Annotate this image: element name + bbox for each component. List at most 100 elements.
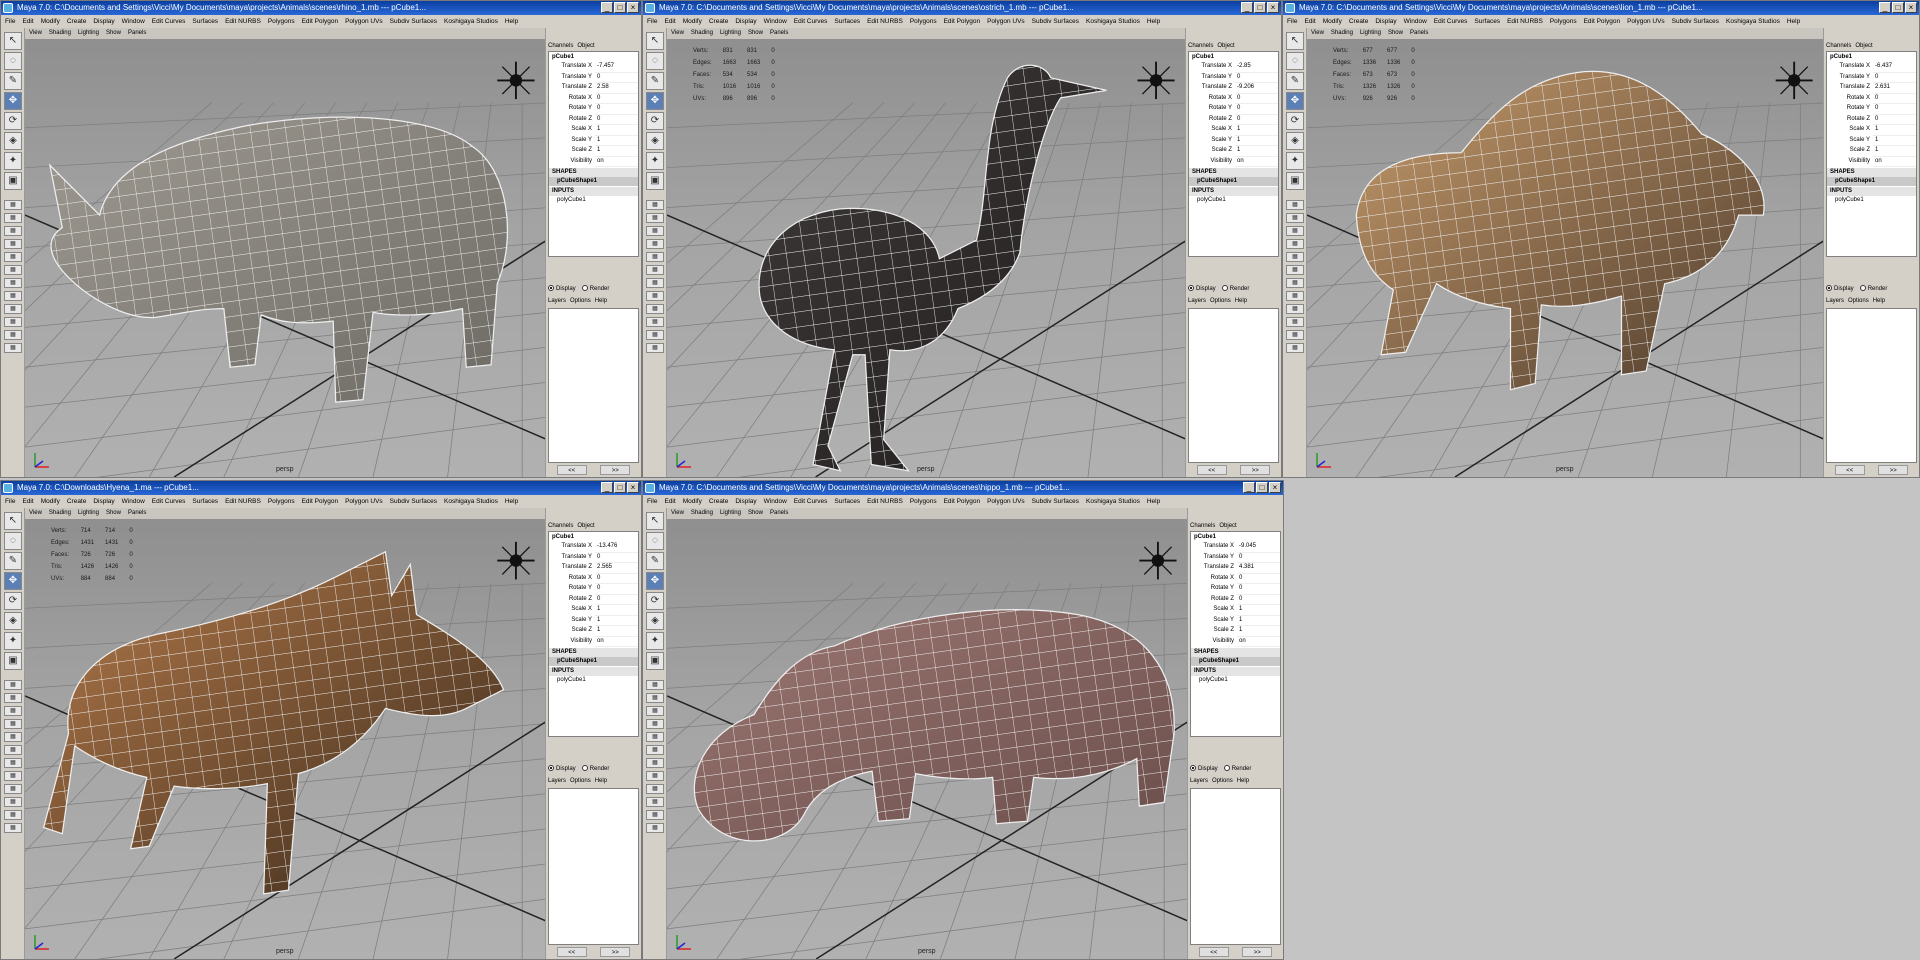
- menu-edit[interactable]: Edit: [22, 18, 33, 25]
- menu-file[interactable]: File: [647, 18, 657, 25]
- menu-surfaces[interactable]: Surfaces: [192, 18, 218, 25]
- layout-preset-icon[interactable]: ▦: [1286, 213, 1304, 223]
- layout-preset-icon[interactable]: ▦: [646, 758, 664, 768]
- select-tool-icon[interactable]: ↖: [4, 512, 22, 530]
- rotate-tool-icon[interactable]: ⟳: [4, 112, 22, 130]
- channel-value-field[interactable]: 2.58: [595, 83, 638, 94]
- input-node[interactable]: polyCube1: [1189, 196, 1278, 205]
- layer-menu-layers[interactable]: Layers: [1190, 776, 1208, 786]
- menu-polygon-uvs[interactable]: Polygon UVs: [345, 18, 383, 25]
- channel-value-field[interactable]: on: [595, 156, 638, 167]
- radio-render[interactable]: Render: [1221, 284, 1249, 295]
- close-icon[interactable]: ×: [1267, 2, 1279, 13]
- menu-create[interactable]: Create: [67, 498, 87, 505]
- menu-create[interactable]: Create: [709, 498, 729, 505]
- menu-polygons[interactable]: Polygons: [910, 18, 937, 25]
- tab-channels[interactable]: Channels: [1188, 41, 1213, 51]
- menu-edit-nurbs[interactable]: Edit NURBS: [225, 18, 261, 25]
- menu-display[interactable]: Display: [93, 18, 114, 25]
- radio-display[interactable]: Display: [1190, 764, 1218, 775]
- maximize-icon[interactable]: □: [1892, 2, 1904, 13]
- scale-tool-icon[interactable]: ◈: [646, 132, 664, 150]
- layout-preset-icon[interactable]: ▦: [4, 693, 22, 703]
- layout-preset-icon[interactable]: ▦: [646, 252, 664, 262]
- channel-value-field[interactable]: 0: [1873, 104, 1916, 115]
- channel-value-field[interactable]: 0: [1873, 114, 1916, 125]
- menu-file[interactable]: File: [5, 18, 15, 25]
- menu-help[interactable]: Help: [505, 498, 518, 505]
- layout-preset-icon[interactable]: ▦: [4, 213, 22, 223]
- shape-node[interactable]: pCubeShape1: [549, 657, 638, 666]
- channel-value-field[interactable]: 1: [1235, 125, 1278, 136]
- layer-menu-help[interactable]: Help: [595, 776, 607, 786]
- menu-edit-curves[interactable]: Edit Curves: [1434, 18, 1468, 25]
- paint-select-icon[interactable]: ✎: [4, 552, 22, 570]
- scale-tool-icon[interactable]: ◈: [1286, 132, 1304, 150]
- shape-node[interactable]: pCubeShape1: [1827, 177, 1916, 186]
- menu-display[interactable]: Display: [735, 498, 756, 505]
- channel-value-field[interactable]: 0: [1235, 114, 1278, 125]
- scroll-right-button[interactable]: >>: [1878, 465, 1909, 475]
- layout-preset-icon[interactable]: ▦: [1286, 330, 1304, 340]
- channel-value-field[interactable]: 2.631: [1873, 83, 1916, 94]
- lasso-tool-icon[interactable]: ◌: [646, 52, 664, 70]
- menu-window[interactable]: Window: [764, 18, 787, 25]
- layout-preset-icon[interactable]: ▦: [4, 797, 22, 807]
- channel-value-field[interactable]: 1: [595, 146, 638, 157]
- channel-value-field[interactable]: 0: [595, 573, 638, 584]
- radio-render[interactable]: Render: [581, 764, 609, 775]
- layout-preset-icon[interactable]: ▦: [1286, 317, 1304, 327]
- layer-menu-help[interactable]: Help: [595, 296, 607, 306]
- layout-preset-icon[interactable]: ▦: [646, 745, 664, 755]
- manipulator-icon[interactable]: ✦: [1286, 152, 1304, 170]
- channel-value-field[interactable]: 0: [595, 552, 638, 563]
- channel-value-field[interactable]: -7.457: [595, 62, 638, 73]
- menu-edit-curves[interactable]: Edit Curves: [152, 498, 186, 505]
- layout-preset-icon[interactable]: ▦: [1286, 343, 1304, 353]
- layer-list[interactable]: [1826, 308, 1917, 463]
- menu-surfaces[interactable]: Surfaces: [834, 498, 860, 505]
- camera-manipulator-icon[interactable]: [1137, 61, 1175, 100]
- channel-value-field[interactable]: 0: [595, 114, 638, 125]
- menu-polygon-uvs[interactable]: Polygon UVs: [987, 498, 1025, 505]
- menu-window[interactable]: Window: [1404, 18, 1427, 25]
- paint-select-icon[interactable]: ✎: [646, 552, 664, 570]
- tab-object[interactable]: Object: [1855, 41, 1872, 51]
- tab-channels[interactable]: Channels: [548, 41, 573, 51]
- layout-preset-icon[interactable]: ▦: [4, 304, 22, 314]
- tab-object[interactable]: Object: [577, 41, 594, 51]
- input-node[interactable]: polyCube1: [1191, 676, 1280, 685]
- channel-value-field[interactable]: 0: [1237, 584, 1280, 595]
- layout-preset-icon[interactable]: ▦: [646, 291, 664, 301]
- menu-edit[interactable]: Edit: [22, 498, 33, 505]
- minimize-icon[interactable]: _: [601, 482, 613, 493]
- menu-edit-polygon[interactable]: Edit Polygon: [1584, 18, 1621, 25]
- channel-value-field[interactable]: 0: [1235, 93, 1278, 104]
- menu-subdiv-surfaces[interactable]: Subdiv Surfaces: [1032, 18, 1079, 25]
- maximize-icon[interactable]: □: [1254, 2, 1266, 13]
- layer-menu-help[interactable]: Help: [1237, 776, 1249, 786]
- scroll-right-button[interactable]: >>: [600, 947, 631, 957]
- layout-preset-icon[interactable]: ▦: [646, 719, 664, 729]
- menu-display[interactable]: Display: [735, 18, 756, 25]
- close-icon[interactable]: ×: [1269, 482, 1281, 493]
- layout-preset-icon[interactable]: ▦: [646, 706, 664, 716]
- window-title-bar[interactable]: Maya 7.0: C:\Documents and Settings\Vicc…: [1, 1, 641, 15]
- menu-surfaces[interactable]: Surfaces: [1474, 18, 1500, 25]
- menu-subdiv-surfaces[interactable]: Subdiv Surfaces: [390, 498, 437, 505]
- minimize-icon[interactable]: _: [601, 2, 613, 13]
- perspective-viewport[interactable]: View Shading Lighting Show Panels persp: [25, 28, 547, 477]
- menu-create[interactable]: Create: [67, 18, 87, 25]
- menu-window[interactable]: Window: [122, 18, 145, 25]
- menu-edit-curves[interactable]: Edit Curves: [794, 498, 828, 505]
- close-icon[interactable]: ×: [1905, 2, 1917, 13]
- window-title-bar[interactable]: Maya 7.0: C:\Documents and Settings\Vicc…: [643, 481, 1283, 495]
- channel-value-field[interactable]: 0: [1237, 594, 1280, 605]
- channel-value-field[interactable]: on: [1235, 156, 1278, 167]
- window-title-bar[interactable]: Maya 7.0: C:\Documents and Settings\Vicc…: [643, 1, 1281, 15]
- maximize-icon[interactable]: □: [614, 2, 626, 13]
- minimize-icon[interactable]: _: [1241, 2, 1253, 13]
- tab-object[interactable]: Object: [1219, 521, 1236, 531]
- menu-polygons[interactable]: Polygons: [268, 18, 295, 25]
- move-tool-icon[interactable]: ✥: [4, 92, 22, 110]
